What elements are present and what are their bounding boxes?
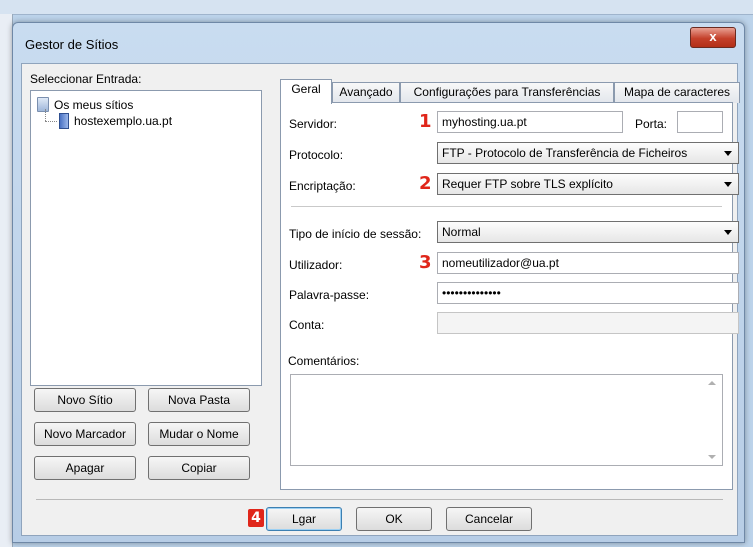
tree-item-site[interactable]: hostexemplo.ua.pt <box>59 113 172 129</box>
ok-button[interactable]: OK <box>356 507 432 531</box>
tree-connector <box>45 121 57 122</box>
background-toolbar <box>0 0 753 15</box>
tab-advanced[interactable]: Avançado <box>332 82 400 103</box>
new-site-button[interactable]: Novo Sítio <box>34 388 136 412</box>
site-manager-dialog: Gestor de Sítios x Seleccionar Entrada: … <box>12 22 745 543</box>
comments-label: Comentários: <box>288 354 360 368</box>
close-button[interactable]: x <box>690 27 736 48</box>
close-icon: x <box>709 29 717 44</box>
delete-button[interactable]: Apagar <box>34 456 136 480</box>
tab-charset[interactable]: Mapa de caracteres <box>614 82 740 103</box>
rename-button[interactable]: Mudar o Nome <box>148 422 250 446</box>
scroll-down-icon[interactable] <box>708 455 716 459</box>
folder-icon <box>37 97 49 112</box>
new-bookmark-button[interactable]: Novo Marcador <box>34 422 136 446</box>
select-entry-label: Seleccionar Entrada: <box>30 72 142 86</box>
tree-site-label: hostexemplo.ua.pt <box>74 114 173 128</box>
site-tree[interactable]: Os meus sítios hostexemplo.ua.pt <box>30 90 262 386</box>
copy-button[interactable]: Copiar <box>148 456 250 480</box>
cancel-button[interactable]: Cancelar <box>446 507 532 531</box>
scroll-up-icon[interactable] <box>708 381 716 385</box>
server-icon <box>59 113 69 129</box>
new-folder-button[interactable]: Nova Pasta <box>148 388 250 412</box>
comments-textarea[interactable] <box>290 374 723 466</box>
tab-general[interactable]: Geral <box>280 79 332 104</box>
tree-root-label: Os meus sítios <box>54 97 134 112</box>
dialog-title: Gestor de Sítios <box>25 37 119 52</box>
dialog-client-area: Seleccionar Entrada: Os meus sítios host… <box>21 63 740 536</box>
tree-connector <box>45 109 46 121</box>
footer-divider <box>36 499 723 500</box>
annotation-number: 4 <box>248 509 264 527</box>
tab-transfer-settings[interactable]: Configurações para Transferências <box>400 82 614 103</box>
comments-section: Comentários: <box>280 102 731 488</box>
connect-button[interactable]: Lgar <box>266 507 342 531</box>
tree-item-my-sites[interactable]: Os meus sítios <box>37 97 133 112</box>
